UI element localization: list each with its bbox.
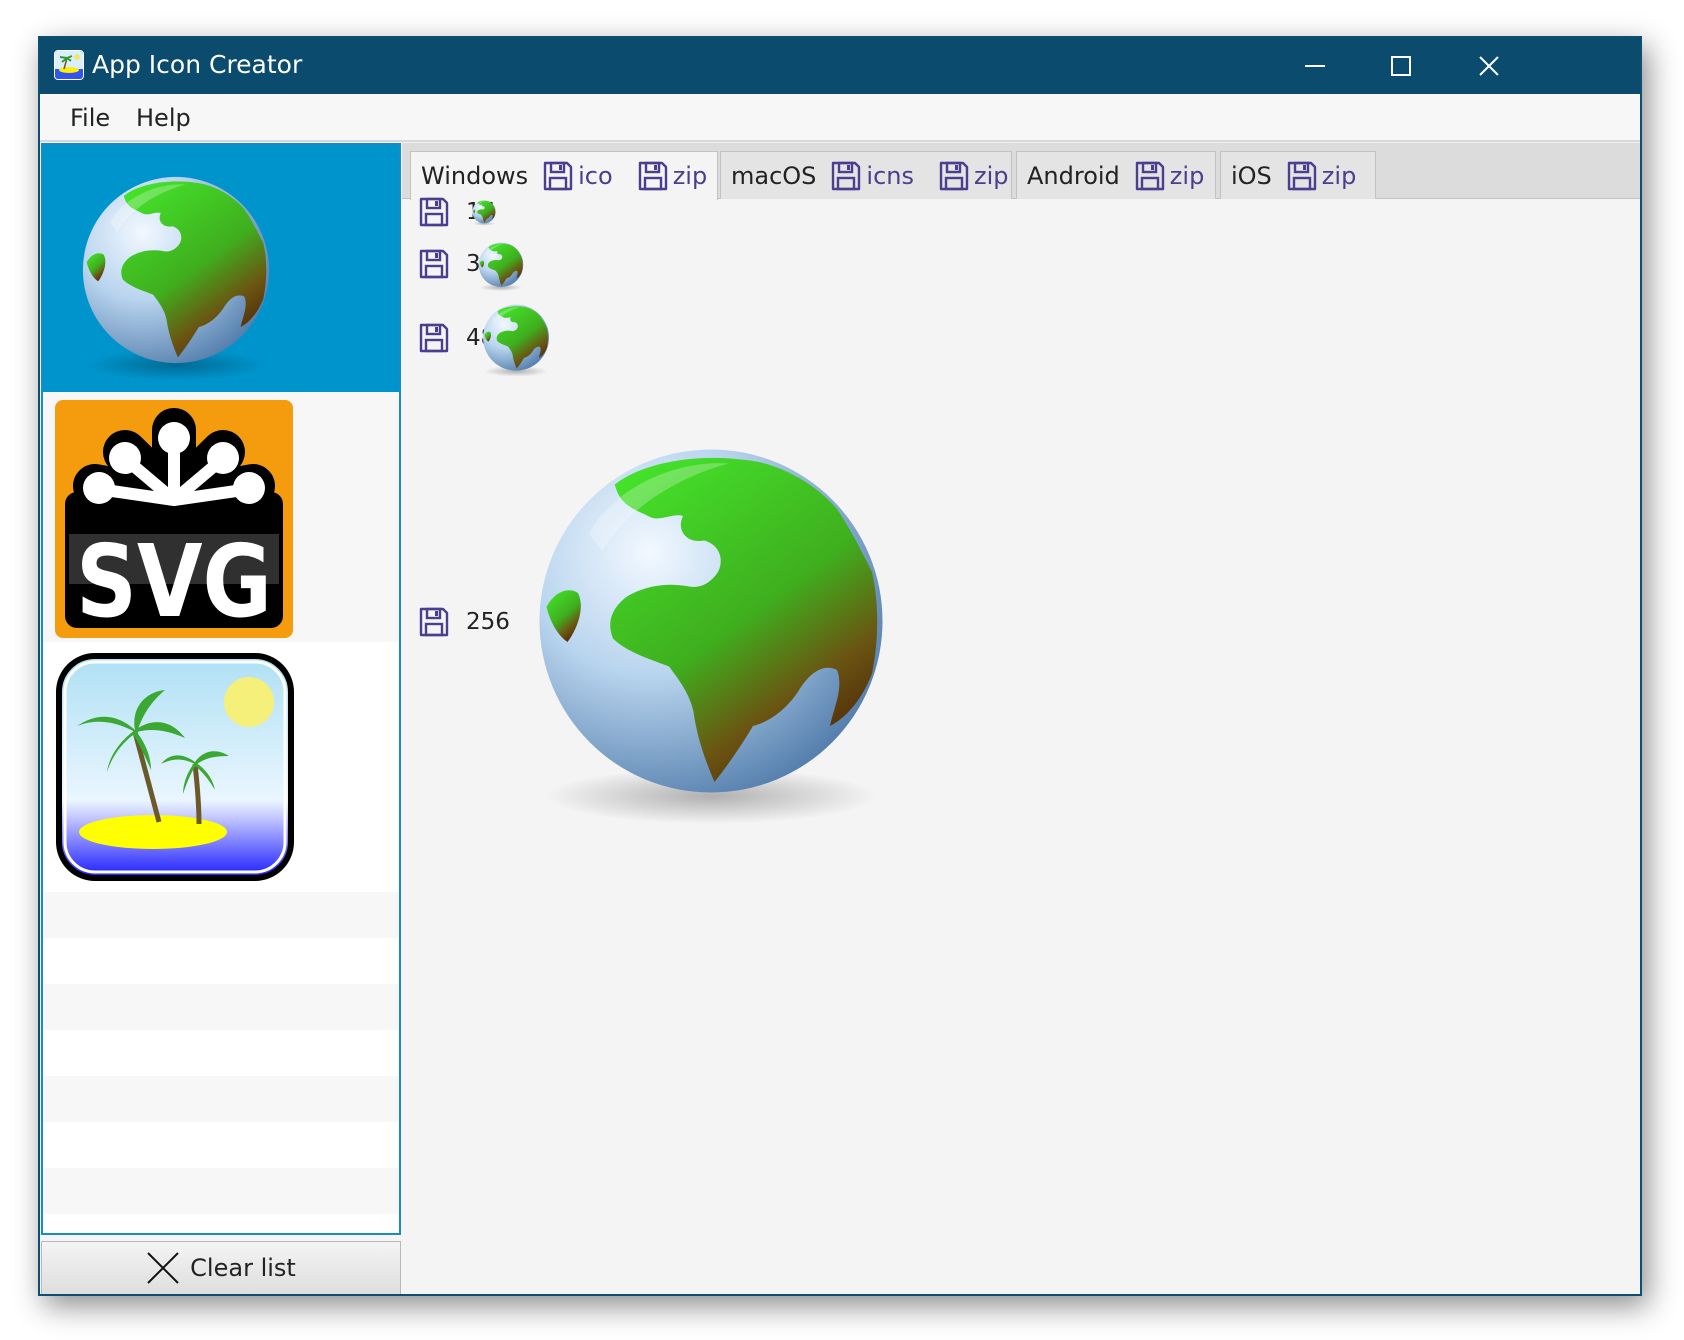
minimize-icon — [1305, 65, 1325, 67]
svg-logo-icon: SVG — [55, 400, 293, 638]
svg-logo-text: SVG — [76, 523, 272, 638]
save-icns-label: icns — [866, 161, 914, 190]
list-item-globe[interactable] — [43, 145, 399, 392]
size-label: 256 — [466, 609, 510, 635]
save-icon[interactable] — [418, 606, 450, 638]
close-button[interactable] — [1444, 38, 1534, 94]
menu-bar: File Help — [40, 94, 1640, 142]
list-empty-row — [43, 938, 399, 984]
save-zip-label: zip — [973, 161, 1009, 190]
save-icon[interactable] — [418, 322, 450, 354]
size-row-256: 256 — [418, 606, 510, 638]
tab-windows-label: Windows — [421, 162, 529, 190]
globe-preview-48 — [482, 304, 550, 383]
minimize-button[interactable] — [1270, 38, 1360, 94]
list-empty-row — [43, 1076, 399, 1122]
save-icon[interactable] — [418, 196, 450, 228]
save-zip-button[interactable]: zip — [938, 160, 1009, 192]
clear-list-label: Clear list — [190, 1254, 296, 1282]
save-ico-label: ico — [578, 162, 613, 190]
save-icon — [542, 160, 574, 192]
save-icon — [830, 160, 862, 192]
list-empty-row — [43, 892, 399, 938]
tab-windows[interactable]: Windows ico zip — [410, 151, 718, 200]
globe-icon — [82, 176, 270, 381]
window-title: App Icon Creator — [92, 50, 303, 79]
image-list[interactable]: SVG — [41, 143, 401, 1235]
menu-file[interactable]: File — [70, 104, 110, 132]
globe-preview-256 — [536, 446, 886, 836]
clear-list-button[interactable]: Clear list — [41, 1241, 401, 1294]
globe-icon — [539, 449, 883, 824]
save-zip-label: zip — [672, 162, 708, 190]
save-ico-button[interactable]: ico — [542, 160, 613, 192]
close-icon — [1479, 56, 1499, 76]
globe-preview-32 — [478, 242, 524, 297]
tab-ios[interactable]: iOS zip — [1220, 151, 1376, 199]
tab-ios-label: iOS — [1231, 161, 1272, 190]
close-icon — [147, 1252, 179, 1284]
globe-icon — [478, 242, 524, 292]
globe-preview-16 — [472, 200, 496, 231]
save-icon — [1286, 160, 1318, 192]
tab-android[interactable]: Android zip — [1016, 151, 1216, 199]
list-item-palm-island[interactable] — [43, 642, 399, 892]
list-empty-row — [43, 984, 399, 1030]
save-icon[interactable] — [418, 248, 450, 280]
save-icon — [938, 160, 970, 192]
globe-icon — [472, 200, 496, 226]
save-zip-button[interactable]: zip — [1286, 160, 1357, 192]
save-icon — [637, 160, 669, 192]
tab-android-label: Android — [1027, 161, 1120, 190]
maximize-button[interactable] — [1356, 38, 1446, 94]
palm-island-icon — [56, 653, 294, 881]
menu-help[interactable]: Help — [136, 104, 191, 132]
maximize-icon — [1391, 56, 1411, 76]
list-empty-row — [43, 1030, 399, 1076]
title-bar[interactable]: App Icon Creator — [40, 38, 1640, 94]
save-icon — [1134, 160, 1166, 192]
platform-tabs: Windows ico zip macOS icns zip Android z… — [402, 143, 1640, 200]
tab-macos-label: macOS — [731, 161, 817, 190]
list-item-svg[interactable]: SVG — [43, 392, 399, 642]
save-zip-button[interactable]: zip — [1134, 160, 1205, 192]
tab-macos[interactable]: macOS icns zip — [720, 151, 1012, 199]
app-window: App Icon Creator File Help SVG Clear lis… — [38, 36, 1642, 1296]
list-empty-row — [43, 1168, 399, 1214]
globe-icon — [483, 304, 549, 377]
save-zip-button[interactable]: zip — [637, 160, 708, 192]
save-zip-label: zip — [1169, 161, 1205, 190]
save-icns-button[interactable]: icns — [830, 160, 914, 192]
app-logo-icon — [54, 50, 84, 80]
save-zip-label: zip — [1321, 161, 1357, 190]
list-empty-row — [43, 1122, 399, 1168]
